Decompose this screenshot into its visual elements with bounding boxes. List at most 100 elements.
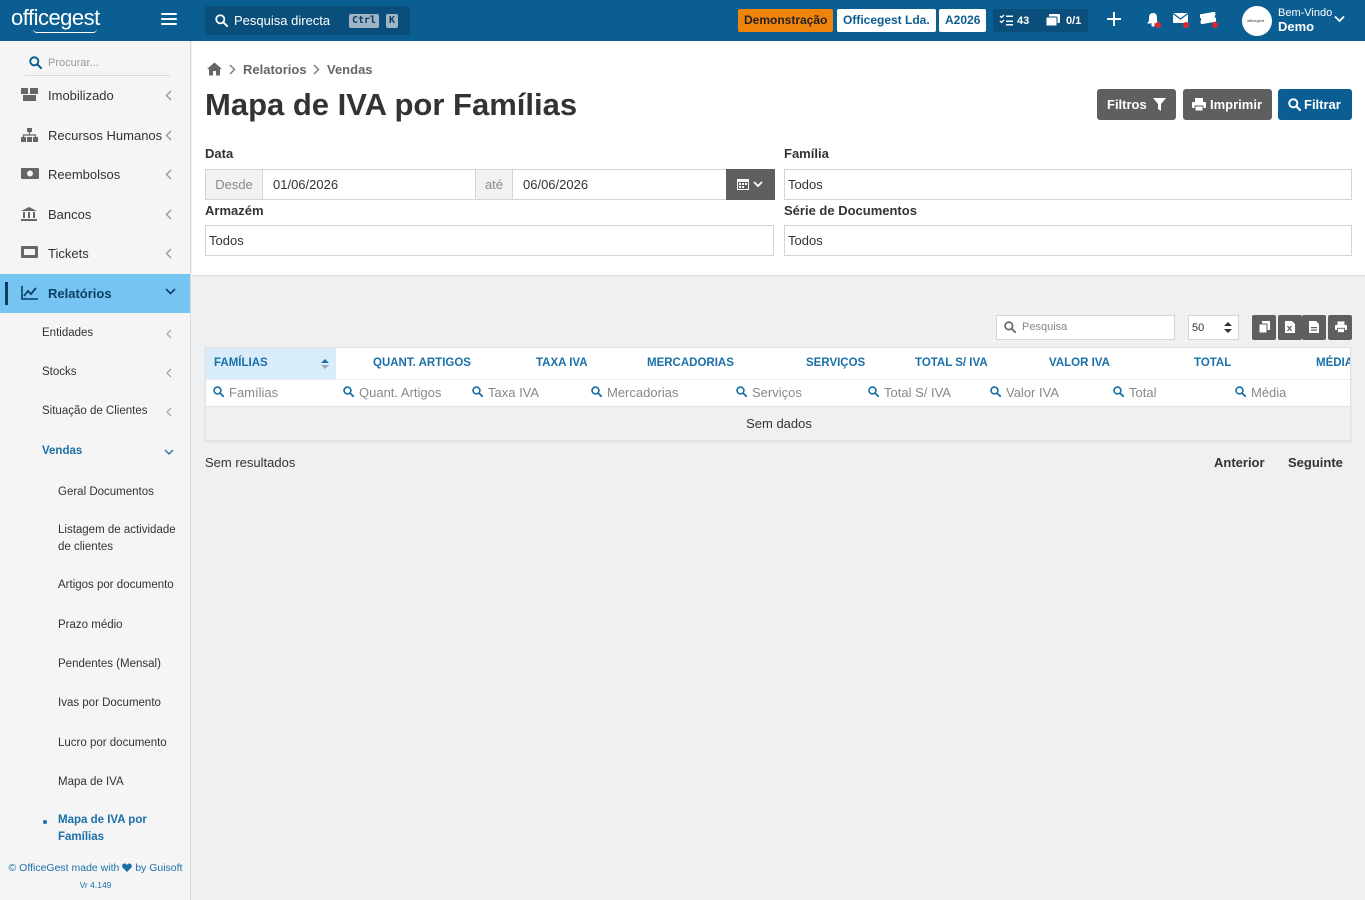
ticket-icon [21,246,38,258]
filter-placeholder: Total [1129,385,1157,400]
search-icon [343,386,354,397]
plus-icon[interactable] [1107,12,1121,26]
filter-familias[interactable]: Famílias [212,379,337,406]
filter-taxa-iva[interactable]: Taxa IVA [471,379,586,406]
date-to-input[interactable]: 06/06/2026 [523,177,588,192]
copy-button[interactable] [1252,315,1276,340]
column-header-quant-artigos[interactable]: QUANT. ARTIGOS [373,348,471,379]
search-icon [29,56,42,69]
column-header-media[interactable]: MÉDIA [1316,348,1350,379]
filter-mercadorias[interactable]: Mercadorias [590,379,730,406]
pagination-next-button[interactable]: Seguinte [1288,455,1343,470]
sidebar-link-geral-documentos[interactable]: Geral Documentos [58,484,183,501]
sidebar-subitem-label: Vendas [42,445,83,457]
table-search-input[interactable]: Pesquisa [996,315,1175,340]
column-header-taxa-iva[interactable]: TAXA IVA [536,348,588,379]
kbd-ctrl: Ctrl [349,14,380,28]
table-print-button[interactable] [1328,315,1352,340]
column-header-mercadorias[interactable]: MERCADORIAS [647,348,734,379]
heart-icon [122,863,133,872]
column-header-valor-iva[interactable]: VALOR IVA [1049,348,1110,379]
avatar[interactable]: officegest [1242,6,1272,36]
app-logo[interactable]: officegest [11,5,100,33]
sidebar-item-relatorios[interactable]: Relatórios [0,274,190,313]
date-from-addon: Desde [206,170,263,199]
year-badge[interactable]: A2026 [939,9,987,32]
chevron-left-icon [165,130,172,141]
search-icon [215,14,228,27]
bank-icon [21,207,37,221]
filter-servicos[interactable]: Serviços [735,379,860,406]
date-from-input[interactable]: 01/06/2026 [273,177,338,192]
sidebar-link-artigos-documento[interactable]: Artigos por documento [58,577,183,594]
sidebar-item-imobilizado[interactable]: Imobilizado [0,76,190,115]
sidebar-link-ivas-documento[interactable]: Ivas por Documento [58,695,183,712]
table-search-placeholder: Pesquisa [1022,321,1068,333]
search-icon [213,386,224,397]
chevron-down-icon[interactable] [1334,15,1345,23]
filter-placeholder: Média [1251,385,1287,400]
series-select[interactable]: Todos [784,225,1352,256]
chevron-left-icon [165,248,172,259]
filter-valor-iva[interactable]: Valor IVA [989,379,1104,406]
search-icon [1113,386,1124,397]
column-header-total-s-iva[interactable]: TOTAL S/ IVA [915,348,988,379]
copy-icon [1259,321,1270,333]
user-name[interactable]: Demo [1278,19,1314,34]
search-icon [990,386,1001,397]
sidebar-subitem-label: Entidades [42,327,94,339]
chart-line-icon [21,286,38,300]
family-select[interactable]: Todos [784,169,1352,200]
tasks-count: 43 [1017,15,1030,27]
print-button[interactable]: Imprimir [1183,89,1272,120]
boxes-icon [21,88,38,101]
filter-submit-button[interactable]: Filtrar [1278,89,1352,120]
global-search-input[interactable]: Pesquisa directa Ctrl K [205,6,410,35]
pagination-prev-button[interactable]: Anterior [1214,455,1265,470]
sidebar-search-input[interactable]: Procurar... [25,52,170,76]
docs-count: 0/1 [1066,15,1082,27]
breadcrumb-relatorios[interactable]: Relatorios [243,62,307,77]
filter-placeholder: Mercadorias [607,385,679,400]
pdf-export-button[interactable] [1302,315,1326,340]
docs-icon [1046,14,1060,26]
print-button-label: Imprimir [1210,97,1263,112]
date-picker-button[interactable] [726,169,775,200]
kbd-k: K [386,14,399,28]
filter-media[interactable]: Média [1234,379,1349,406]
sidebar-link-prazo-medio[interactable]: Prazo médio [58,617,183,634]
sidebar-link-label: Mapa de IVA por Famílias [58,814,147,843]
sidebar-link-mapa-iva-familias[interactable]: Mapa de IVA por Famílias [43,812,183,846]
filter-total-s-iva[interactable]: Total S/ IVA [867,379,982,406]
demo-badge[interactable]: Demonstração [738,9,834,32]
filters-button[interactable]: Filtros [1097,89,1176,120]
sidebar-link-lucro-documento[interactable]: Lucro por documento [58,735,183,752]
sidebar-item-label: Bancos [48,207,92,222]
company-badge[interactable]: Officegest Lda. [837,9,936,32]
filter-total[interactable]: Total [1112,379,1227,406]
column-header-familias[interactable]: FAMÍLIAS [206,348,336,379]
hamburger-menu-icon[interactable] [161,13,177,27]
money-icon [21,168,39,179]
column-header-total[interactable]: TOTAL [1194,348,1231,379]
task-counter[interactable]: 43 0/1 [993,9,1088,32]
breadcrumb-vendas[interactable]: Vendas [327,62,373,77]
footer-version: Vr 4.149 [79,880,112,890]
sidebar-item-reembolsos[interactable]: Reembolsos [0,155,190,194]
sidebar-link-pendentes-mensal[interactable]: Pendentes (Mensal) [58,656,183,673]
home-icon[interactable] [207,62,222,76]
sidebar-item-bancos[interactable]: Bancos [0,195,190,234]
sidebar-link-mapa-iva[interactable]: Mapa de IVA [58,774,183,791]
filter-quant-artigos[interactable]: Quant. Artigos [342,379,467,406]
family-label: Família [784,146,829,161]
welcome-text: Bem-Vindo [1278,7,1333,19]
excel-export-button[interactable] [1278,315,1302,340]
warehouse-select[interactable]: Todos [205,225,774,256]
sidebar-item-tickets[interactable]: Tickets [0,234,190,273]
column-header-servicos[interactable]: SERVIÇOS [806,348,865,379]
message-dot [1183,22,1189,28]
page-size-select[interactable]: 50 [1188,315,1239,340]
sidebar-search-placeholder: Procurar... [48,57,99,69]
sidebar-item-recursos-humanos[interactable]: Recursos Humanos [0,116,190,155]
sidebar-link-listagem-actividade[interactable]: Listagem de actividade de clientes [58,522,183,556]
